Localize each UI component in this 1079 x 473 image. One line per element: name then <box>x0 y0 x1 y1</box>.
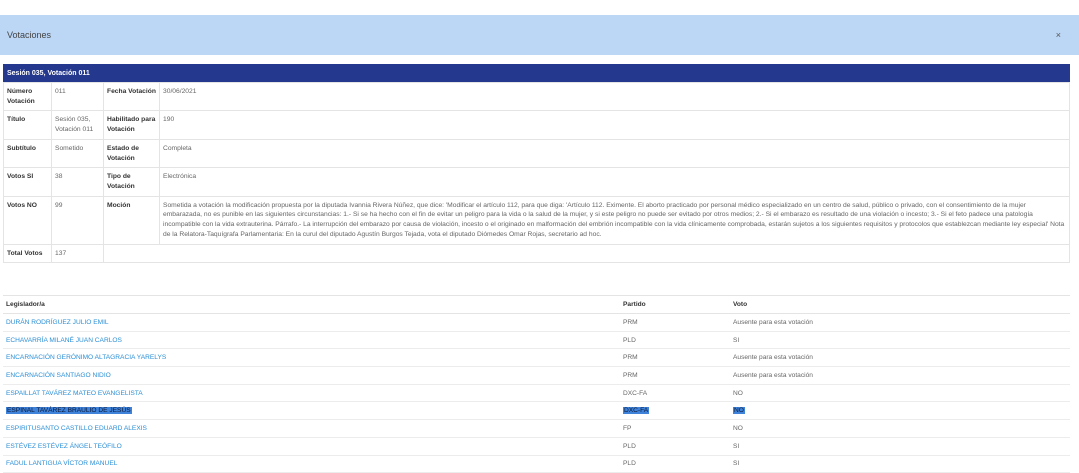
empty-cell <box>103 243 1070 264</box>
info-value: Completa <box>159 138 1070 169</box>
legislator-link[interactable]: ENCARNACIÓN GERÓNIMO ALTAGRACIA YARELYS <box>6 354 166 361</box>
partido-cell: PLD <box>620 331 730 350</box>
info-row: Número Votación 011 Fecha Votación 30/06… <box>3 81 1070 112</box>
voto-cell: NO <box>730 384 1070 403</box>
voto-cell: SI <box>730 455 1070 473</box>
info-label: Votos SI <box>3 167 52 197</box>
info-value: 190 <box>159 110 1070 140</box>
legislator-link[interactable]: ECHAVARRÍA MILANÉ JUAN CARLOS <box>6 337 122 344</box>
info-label: Total Votos <box>3 243 52 264</box>
voto-cell: SI <box>730 331 1070 350</box>
legislator-link[interactable]: ESPIRITUSANTO CASTILLO EDUARD ALEXIS <box>6 425 147 432</box>
modal-title: Votaciones <box>7 30 52 40</box>
table-row: DURÁN RODRÍGUEZ JULIO EMIL PRM Ausente p… <box>3 313 1070 332</box>
table-row: ENCARNACIÓN SANTIAGO NIDIO PRM Ausente p… <box>3 366 1070 385</box>
voto-cell: Ausente para esta votación <box>730 348 1070 368</box>
info-value: 30/06/2021 <box>159 81 1070 112</box>
partido-cell: FP <box>620 419 730 438</box>
vote-info-table: Número Votación 011 Fecha Votación 30/06… <box>3 81 1070 264</box>
info-label: Número Votación <box>3 81 52 112</box>
info-value: Sesión 035, Votación 011 <box>51 110 104 140</box>
voto-cell: Ausente para esta votación <box>730 313 1070 332</box>
legislator-link[interactable]: DURÁN RODRÍGUEZ JULIO EMIL <box>6 319 109 326</box>
info-label: Fecha Votación <box>103 81 160 112</box>
partido-cell: DXC-FA <box>623 407 650 415</box>
info-label: Tipo de Votación <box>103 167 160 197</box>
column-header-partido[interactable]: Partido <box>620 295 730 314</box>
info-row: Votos SI 38 Tipo de Votación Electrónica <box>3 167 1070 197</box>
table-row: ESPIRITUSANTO CASTILLO EDUARD ALEXIS FP … <box>3 419 1070 438</box>
info-value: 011 <box>51 81 104 112</box>
mocion-text: Sometida a votación la modificación prop… <box>159 195 1070 245</box>
voto-cell: SI <box>730 437 1070 456</box>
table-row: ESTÉVEZ ESTÉVEZ ÁNGEL TEÓFILO PLD SI <box>3 437 1070 456</box>
table-header-row: Legislador/a Partido Voto <box>3 295 1070 314</box>
legislator-link[interactable]: ESTÉVEZ ESTÉVEZ ÁNGEL TEÓFILO <box>6 443 122 450</box>
info-row: Total Votos 137 <box>3 243 1070 264</box>
voto-cell: NO <box>733 407 745 415</box>
info-value: Sometido <box>51 138 104 169</box>
legislator-link[interactable]: ESPAILLAT TAVÁREZ MATEO EVANGELISTA <box>6 390 143 397</box>
info-value: Electrónica <box>159 167 1070 197</box>
legislators-table: Legislador/a Partido Voto DURÁN RODRÍGUE… <box>3 295 1070 473</box>
info-value: 38 <box>51 167 104 197</box>
partido-cell: PLD <box>620 455 730 473</box>
column-header-legislador[interactable]: Legislador/a <box>3 295 620 314</box>
modal-header: Votaciones × <box>0 15 1079 55</box>
partido-cell: PRM <box>620 366 730 385</box>
partido-cell: PRM <box>620 313 730 332</box>
column-header-voto[interactable]: Voto <box>730 295 1070 314</box>
partido-cell: PLD <box>620 437 730 456</box>
table-row: ESPAILLAT TAVÁREZ MATEO EVANGELISTA DXC-… <box>3 384 1070 403</box>
table-row: ENCARNACIÓN GERÓNIMO ALTAGRACIA YARELYS … <box>3 348 1070 368</box>
voto-cell: NO <box>730 419 1070 438</box>
close-icon[interactable]: × <box>1056 30 1061 40</box>
partido-cell: PRM <box>620 348 730 368</box>
table-row-selected: ESPINAL TAVÁREZ BRAULIO DE JESÚS DXC-FA … <box>3 401 1070 421</box>
info-label: Subtítulo <box>3 138 52 169</box>
info-label: Estado de Votación <box>103 138 160 169</box>
voto-cell: Ausente para esta votación <box>730 366 1070 385</box>
info-label: Moción <box>103 195 160 245</box>
info-label: Título <box>3 110 52 140</box>
table-row: ECHAVARRÍA MILANÉ JUAN CARLOS PLD SI <box>3 331 1070 350</box>
info-label: Votos NO <box>3 195 52 245</box>
legislator-link[interactable]: ESPINAL TAVÁREZ BRAULIO DE JESÚS <box>6 407 132 415</box>
info-row: Título Sesión 035, Votación 011 Habilita… <box>3 110 1070 140</box>
info-row: Subtítulo Sometido Estado de Votación Co… <box>3 138 1070 169</box>
legislator-link[interactable]: ENCARNACIÓN SANTIAGO NIDIO <box>6 372 111 379</box>
legislator-link[interactable]: FADUL LANTIGUA VÍCTOR MANUEL <box>6 460 117 467</box>
table-row: FADUL LANTIGUA VÍCTOR MANUEL PLD SI <box>3 455 1070 473</box>
info-label: Habilitado para Votación <box>103 110 160 140</box>
info-row: Votos NO 99 Moción Sometida a votación l… <box>3 195 1070 245</box>
info-value: 99 <box>51 195 104 245</box>
info-value: 137 <box>51 243 104 264</box>
session-bar: Sesión 035, Votación 011 <box>3 64 1070 82</box>
partido-cell: DXC-FA <box>620 384 730 403</box>
